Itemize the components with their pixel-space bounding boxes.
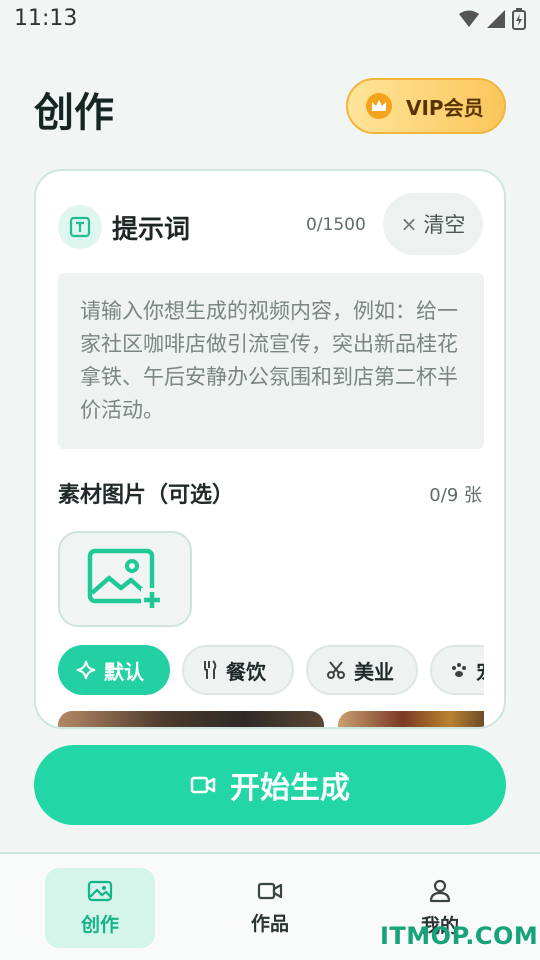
chip-default[interactable]: 默认 [58,645,170,695]
watermark: ITMOP.COM [380,922,539,950]
vip-button[interactable]: VIP会员 [346,78,506,134]
video-camera-icon [190,776,216,794]
nav-create[interactable]: 创作 [45,868,155,948]
template-thumbnail[interactable] [338,711,484,727]
status-icons [458,8,526,30]
fork-knife-icon [204,660,217,679]
chip-label: 默认 [104,659,144,684]
chip-label: 餐饮 [226,659,266,684]
start-generate-button[interactable]: 开始生成 [34,745,506,825]
text-icon [58,205,102,249]
material-title: 素材图片（可选） [58,483,235,508]
crown-icon [366,93,392,119]
template-preview-strip [58,711,484,727]
wifi-icon [459,10,479,27]
add-image-button[interactable] [58,531,192,627]
clear-label: 清空 [423,213,466,237]
category-chips: 默认 餐饮 美业 宠 [58,645,484,699]
prompt-input[interactable]: 请输入你想生成的视频内容，例如：给一家社区咖啡店做引流宣传，突出新品桂花拿铁、午… [58,273,484,449]
template-thumbnail[interactable] [58,711,324,727]
status-time: 11:13 [14,6,78,31]
image-icon [87,880,113,901]
chip-dining[interactable]: 餐饮 [182,645,294,695]
close-icon: × [400,212,418,236]
prompt-title: 提示词 [112,215,191,245]
prompt-placeholder: 请输入你想生成的视频内容，例如：给一家社区咖啡店做引流宣传，突出新品桂花拿铁、午… [80,299,458,422]
sparkle-icon [76,660,96,680]
chip-label: 美业 [354,659,394,684]
video-icon [257,882,283,899]
nav-label: 创作 [80,913,119,936]
chip-pet[interactable]: 宠 [430,645,484,695]
user-icon [429,879,451,902]
material-count: 0/9 张 [429,485,482,506]
char-count: 0/1500 [306,215,366,235]
prompt-card: 提示词 0/1500 × 清空 请输入你想生成的视频内容，例如：给一家社区咖啡店… [34,169,506,729]
chip-label: 宠 [476,656,484,685]
nav-works[interactable]: 作品 [215,868,325,948]
chip-beauty[interactable]: 美业 [306,645,418,695]
add-image-icon [87,548,163,610]
vip-label: VIP会员 [406,95,484,120]
paw-icon [452,663,466,677]
battery-icon [512,8,526,30]
page-title: 创作 [34,90,114,136]
scissors-icon [327,661,345,679]
signal-icon [487,10,505,28]
nav-label: 作品 [250,912,289,935]
clear-button[interactable]: × 清空 [383,193,483,255]
status-bar: 11:13 [0,0,540,38]
start-generate-label: 开始生成 [230,771,350,806]
